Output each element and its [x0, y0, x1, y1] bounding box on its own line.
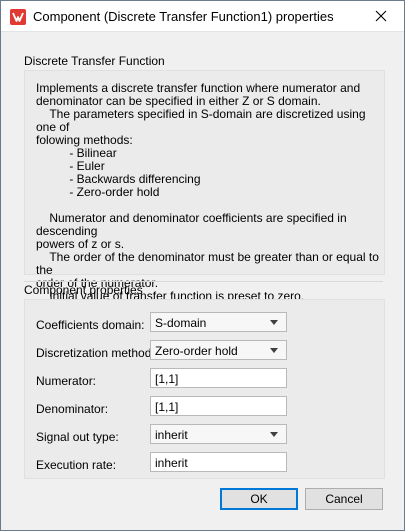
execution-rate-input[interactable]: inherit	[150, 452, 287, 472]
coefficients-domain-label: Coefficients domain:	[36, 318, 145, 332]
numerator-input[interactable]: [1,1]	[150, 368, 287, 388]
denominator-label: Denominator:	[36, 402, 109, 416]
discretization-method-select[interactable]: Zero-order hold	[150, 340, 287, 360]
section-divider	[24, 281, 383, 282]
denominator-input[interactable]: [1,1]	[150, 396, 287, 416]
properties-section-label: Component properties	[24, 283, 143, 297]
execution-rate-value: inherit	[155, 456, 188, 470]
discretization-method-value: Zero-order hold	[155, 344, 238, 358]
close-icon	[375, 10, 387, 22]
numerator-value: [1,1]	[155, 372, 179, 386]
description-text: Implements a discrete transfer function …	[36, 81, 379, 303]
properties-dialog: Component (Discrete Transfer Function1) …	[0, 0, 405, 531]
app-logo-icon	[10, 9, 26, 25]
signal-out-type-value: inherit	[155, 428, 188, 442]
ok-button[interactable]: OK	[220, 488, 298, 510]
cancel-button[interactable]: Cancel	[305, 488, 383, 510]
coefficients-domain-value: S-domain	[155, 316, 207, 330]
discretization-method-label: Discretization method:	[36, 346, 155, 360]
coefficients-domain-select[interactable]: S-domain	[150, 312, 287, 332]
description-panel: Implements a discrete transfer function …	[24, 70, 385, 303]
chevron-down-icon	[270, 432, 278, 437]
signal-out-type-select[interactable]: inherit	[150, 424, 287, 444]
execution-rate-label: Execution rate:	[36, 458, 117, 472]
title-bar[interactable]: Component (Discrete Transfer Function1) …	[1, 1, 404, 32]
denominator-value: [1,1]	[155, 400, 179, 414]
chevron-down-icon	[270, 348, 278, 353]
signal-out-type-label: Signal out type:	[36, 430, 119, 444]
description-section-label: Discrete Transfer Function	[24, 54, 165, 68]
numerator-label: Numerator:	[36, 374, 97, 388]
chevron-down-icon	[270, 320, 278, 325]
properties-panel: Coefficients domain: S-domain Discretiza…	[24, 299, 385, 479]
close-button[interactable]	[358, 1, 404, 31]
window-title: Component (Discrete Transfer Function1) …	[33, 9, 334, 24]
